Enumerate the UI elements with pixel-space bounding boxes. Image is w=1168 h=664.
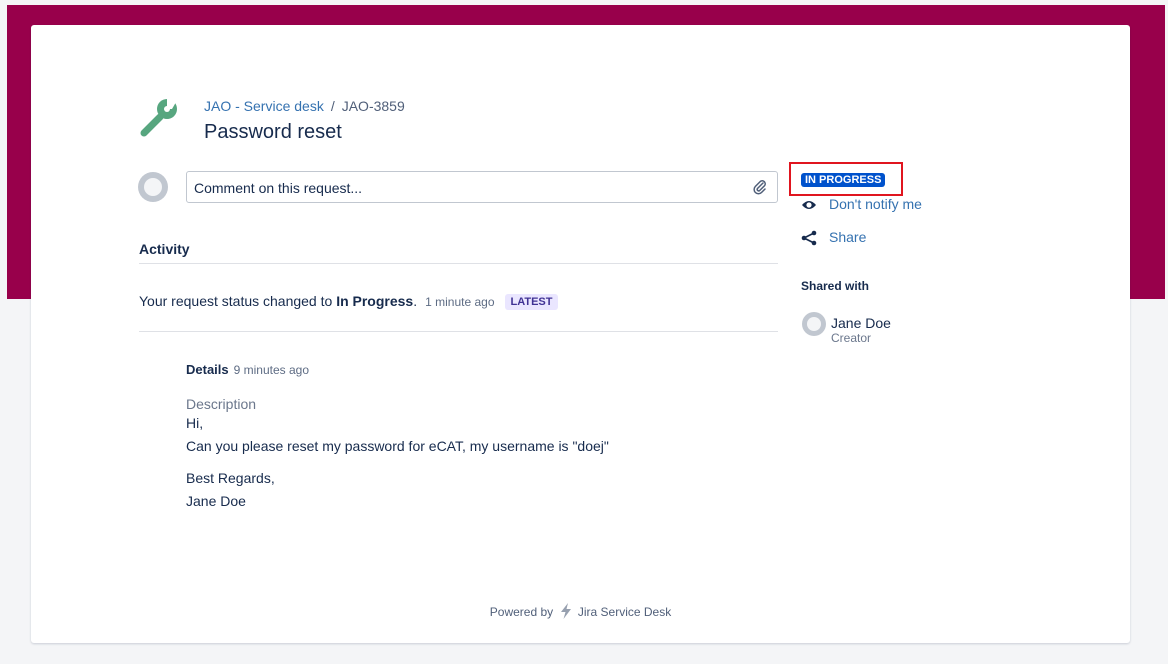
details-time: 9 minutes ago (233, 363, 310, 377)
activity-event-period: . (413, 293, 418, 309)
avatar-face (807, 317, 821, 331)
description-label: Description (186, 396, 257, 412)
details-title: Details (186, 362, 229, 377)
shared-person-role: Creator (831, 331, 872, 345)
activity-heading: Activity (139, 241, 190, 257)
activity-event-time: 1 minute ago (425, 295, 495, 309)
footer-product[interactable]: Jira Service Desk (578, 605, 671, 619)
share-icon (801, 230, 817, 246)
shared-with-heading: Shared with (801, 279, 870, 293)
user-avatar (138, 172, 168, 202)
request-card: JAO - Service desk / JAO-3859 Password res… (31, 25, 1130, 643)
user-avatar (802, 312, 826, 336)
comment-input[interactable]: Comment on this request... (186, 171, 778, 203)
description-line: Best Regards, (186, 470, 275, 486)
share-label: Share (829, 229, 867, 245)
status-lozenge[interactable]: IN PROGRESS (801, 173, 886, 187)
activity-divider (139, 263, 778, 264)
comment-placeholder: Comment on this request... (194, 180, 363, 196)
status-highlight-box: IN PROGRESS (789, 162, 903, 196)
activity-event: Your request status changed to In Progre… (139, 293, 559, 310)
jira-bolt-icon (560, 603, 571, 619)
footer-prefix: Powered by (489, 605, 554, 619)
breadcrumb-separator: / (330, 98, 335, 114)
latest-badge: LATEST (504, 294, 559, 310)
wrench-icon (140, 97, 179, 137)
shared-person-name: Jane Doe (831, 315, 891, 331)
event-divider (139, 331, 778, 332)
activity-event-text: Your request status changed to (139, 293, 337, 309)
dont-notify-label: Don't notify me (829, 196, 922, 212)
description-line: Can you please reset my password for eCA… (186, 438, 609, 454)
avatar-face (144, 178, 162, 196)
footer: Powered by Jira Service Desk (31, 603, 1130, 619)
breadcrumb-issue-key: JAO-3859 (341, 98, 405, 114)
breadcrumb: JAO - Service desk / JAO-3859 (204, 98, 405, 114)
details-heading: Details 9 minutes ago (186, 362, 309, 377)
activity-event-status: In Progress (336, 293, 414, 309)
description-line: Jane Doe (186, 493, 246, 509)
description-line: Hi, (186, 415, 204, 431)
eye-icon (802, 201, 816, 209)
page-title: Password reset (204, 121, 342, 143)
paperclip-icon[interactable] (752, 179, 768, 195)
breadcrumb-project-link[interactable]: JAO - Service desk (204, 98, 324, 114)
